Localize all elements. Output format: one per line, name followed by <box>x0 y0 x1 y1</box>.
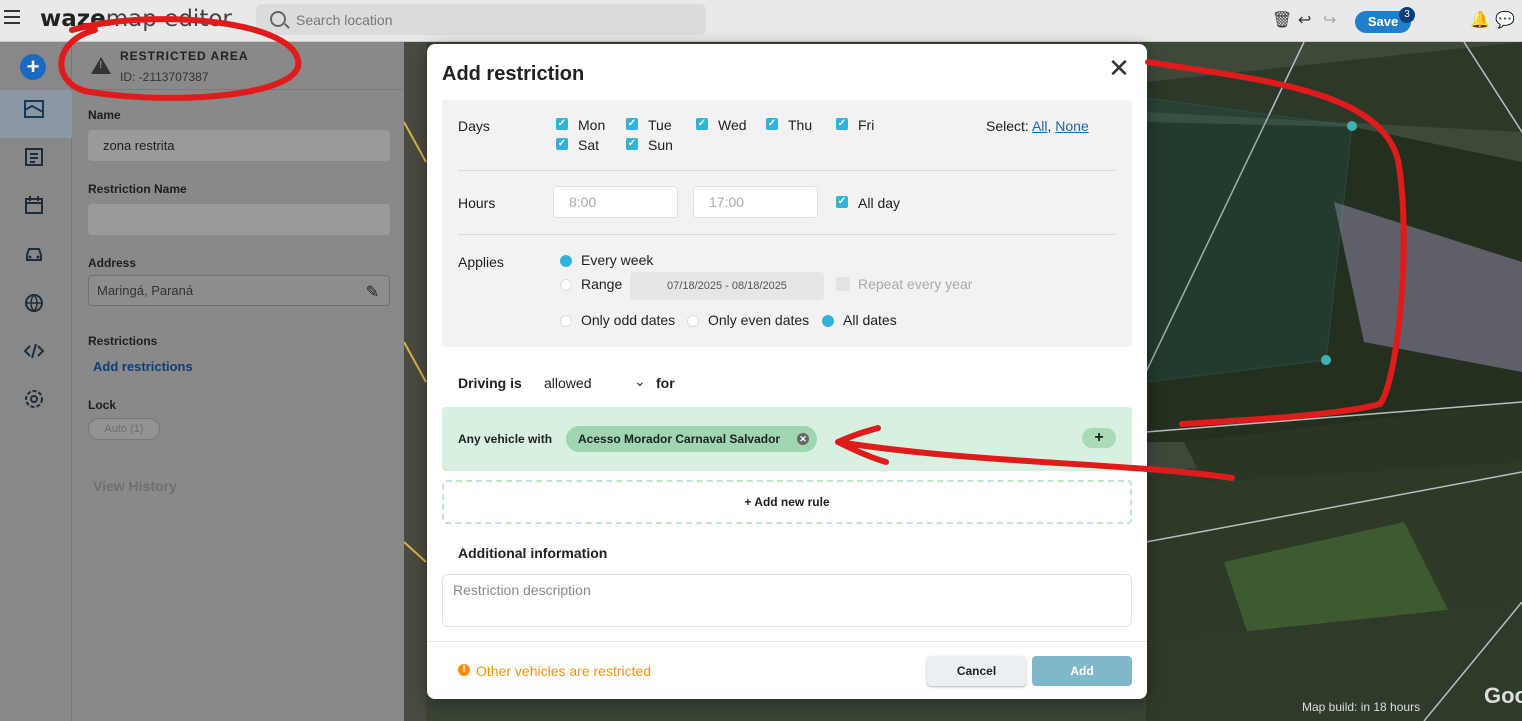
add-button[interactable]: Add <box>1032 656 1132 686</box>
add-condition-button[interactable]: + <box>1082 428 1116 448</box>
pass-chip[interactable]: Acesso Morador Carnaval Salvador ✕ <box>566 426 817 452</box>
name-field[interactable]: zona restrita <box>88 130 390 161</box>
driving-select[interactable]: allowed <box>544 375 591 391</box>
remove-chip-icon[interactable]: ✕ <box>797 433 809 445</box>
schedule-section: Days Mon Tue Wed Thu Fri Sat Sun Select:… <box>442 100 1132 347</box>
select-prefix: Select: <box>986 118 1029 134</box>
icon-rail: + <box>0 42 72 721</box>
redo-icon[interactable]: ↪ <box>1323 10 1336 30</box>
feature-type: RESTRICTED AREA <box>120 49 249 63</box>
warning-triangle-icon <box>91 57 111 74</box>
car-icon[interactable] <box>18 243 50 275</box>
select-days: Select: All, None <box>986 118 1089 134</box>
even-dates-radio[interactable]: Only even dates <box>687 313 809 327</box>
select-none-link[interactable]: None <box>1055 118 1088 134</box>
restrictions-label: Restrictions <box>88 334 158 348</box>
footer-divider <box>427 641 1147 642</box>
top-bar: wazemap editor Search location 🗑 ↩ ↪ Sav… <box>0 0 1522 42</box>
lock-label: Lock <box>88 398 117 412</box>
map-layers-icon[interactable] <box>18 98 50 130</box>
select-separator: , <box>1047 118 1052 134</box>
all-day-checkbox[interactable]: All day <box>836 196 900 210</box>
undo-icon[interactable]: ↩ <box>1298 10 1311 30</box>
bell-icon[interactable]: 🔔 <box>1470 10 1490 30</box>
day-checkbox-fri[interactable]: Fri <box>836 118 874 132</box>
additional-info-label: Additional information <box>458 545 608 561</box>
other-vehicles-warning: Other vehicles are restricted <box>458 663 651 679</box>
add-restriction-dialog: Add restriction ✕ Days Mon Tue Wed Thu F… <box>427 44 1147 699</box>
driving-is-label: Driving is <box>458 375 522 391</box>
chat-icon[interactable]: 💬 <box>1495 10 1515 30</box>
rule-prefix: Any vehicle with <box>458 432 553 446</box>
restriction-name-label: Restriction Name <box>88 182 187 196</box>
globe-icon[interactable] <box>18 292 50 324</box>
repeat-every-year-checkbox[interactable]: Repeat every year <box>836 277 972 291</box>
settings-icon[interactable] <box>18 388 50 420</box>
map-build-text: Map build: in 18 hours <box>1302 700 1421 714</box>
day-checkbox-tue[interactable]: Tue <box>626 118 672 132</box>
vehicle-rule: Any vehicle with Acesso Morador Carnaval… <box>442 407 1132 471</box>
list-icon[interactable] <box>18 146 50 178</box>
day-checkbox-wed[interactable]: Wed <box>696 118 747 132</box>
add-restrictions-link[interactable]: Add restrictions <box>93 359 193 374</box>
search-placeholder: Search location <box>296 12 393 28</box>
address-field[interactable]: Maringá, Paraná ✎ <box>88 275 390 306</box>
view-history-link[interactable]: View History <box>93 478 177 494</box>
divider <box>458 234 1116 235</box>
chevron-down-icon[interactable]: ⌄ <box>634 373 646 390</box>
lock-chip[interactable]: Auto (1) <box>88 418 160 440</box>
code-icon[interactable] <box>18 340 50 372</box>
save-count-badge: 3 <box>1399 7 1415 23</box>
applies-label: Applies <box>458 254 504 270</box>
search-input[interactable]: Search location <box>256 4 706 35</box>
pencil-icon[interactable]: ✎ <box>366 282 379 302</box>
divider <box>458 170 1116 171</box>
hours-from-input[interactable]: 8:00 <box>553 186 678 218</box>
feature-id: ID: -2113707387 <box>120 70 209 84</box>
pass-chip-label: Acesso Morador Carnaval Salvador <box>578 432 781 446</box>
hours-to-input[interactable]: 17:00 <box>693 186 818 218</box>
address-label: Address <box>88 256 137 270</box>
day-checkbox-thu[interactable]: Thu <box>766 118 812 132</box>
hours-label: Hours <box>458 195 496 211</box>
restriction-description-input[interactable]: Restriction description <box>442 574 1132 627</box>
trash-icon[interactable]: 🗑 <box>1272 10 1292 30</box>
day-checkbox-sun[interactable]: Sun <box>626 138 673 152</box>
google-watermark: Goo <box>1484 683 1522 708</box>
select-all-link[interactable]: All <box>1032 118 1048 134</box>
add-new-rule-button[interactable]: + Add new rule <box>442 480 1132 524</box>
address-value: Maringá, Paraná <box>97 283 194 298</box>
date-range-input[interactable]: 07/18/2025 - 08/18/2025 <box>630 272 824 300</box>
restriction-name-field[interactable] <box>88 204 390 235</box>
calendar-icon[interactable] <box>18 194 50 226</box>
every-week-radio[interactable]: Every week <box>560 253 653 267</box>
all-dates-radio[interactable]: All dates <box>822 313 897 327</box>
panel-header: RESTRICTED AREA ID: -2113707387 <box>72 42 404 90</box>
odd-dates-radio[interactable]: Only odd dates <box>560 313 675 327</box>
close-icon[interactable]: ✕ <box>1107 55 1131 81</box>
day-checkbox-mon[interactable]: Mon <box>556 118 605 132</box>
feature-panel: RESTRICTED AREA ID: -2113707387 Name zon… <box>72 42 404 721</box>
cancel-button[interactable]: Cancel <box>927 656 1026 686</box>
range-radio[interactable]: Range <box>560 277 622 291</box>
add-icon[interactable]: + <box>20 54 46 80</box>
search-icon <box>270 11 286 27</box>
day-checkbox-sat[interactable]: Sat <box>556 138 599 152</box>
days-label: Days <box>458 118 490 134</box>
dialog-title: Add restriction <box>442 63 585 85</box>
app-logo: wazemap editor <box>40 6 232 32</box>
for-label: for <box>656 375 675 391</box>
name-label: Name <box>88 108 121 122</box>
menu-icon[interactable] <box>4 10 20 24</box>
